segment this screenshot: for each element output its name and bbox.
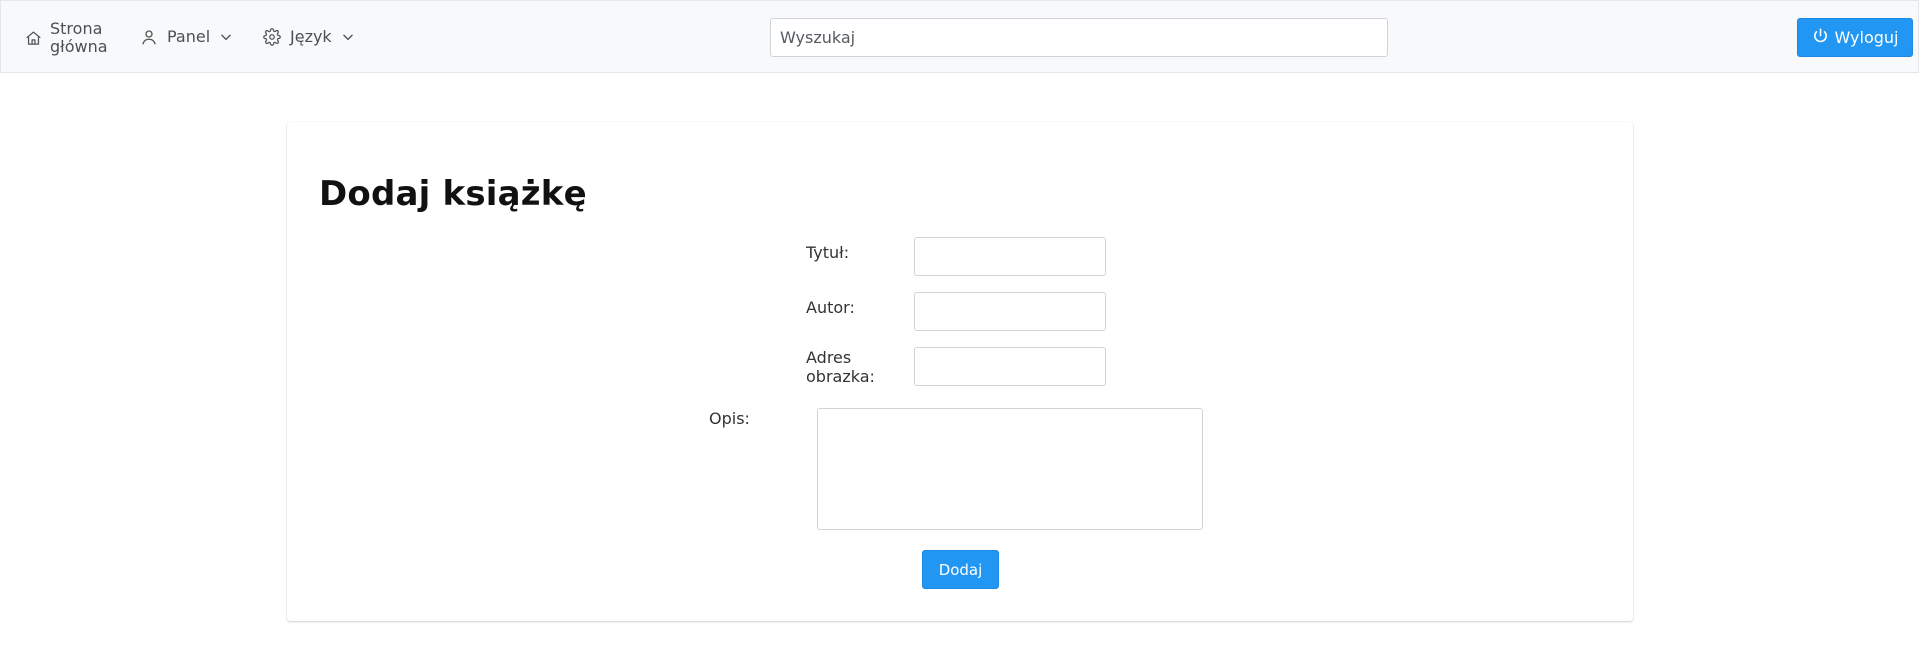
image-url-input[interactable]: [914, 347, 1106, 386]
author-label: Autor:: [806, 298, 855, 317]
nav-language-label: Język: [290, 27, 332, 46]
nav-language-dropdown[interactable]: Język: [263, 27, 355, 46]
page-title: Dodaj książkę: [319, 174, 587, 214]
home-icon: [25, 30, 42, 47]
chevron-down-icon: [219, 30, 233, 44]
logout-label: Wyloguj: [1834, 28, 1899, 47]
power-icon: [1812, 27, 1829, 48]
chevron-down-icon: [341, 30, 355, 44]
nav-panel-label: Panel: [167, 27, 211, 46]
nav-panel-dropdown[interactable]: Panel: [140, 27, 233, 46]
add-book-card: Dodaj książkę Tytuł: Autor: Adres obrazk…: [287, 122, 1633, 621]
gear-icon: [263, 27, 281, 46]
nav-home-link[interactable]: Strona główna: [25, 20, 110, 56]
nav-home-label: Strona główna: [50, 19, 108, 56]
author-input[interactable]: [914, 292, 1106, 331]
description-textarea[interactable]: [817, 408, 1203, 530]
top-navbar: Strona główna Panel Język Wyszukaj Wylog…: [0, 0, 1919, 73]
add-button[interactable]: Dodaj: [922, 550, 999, 589]
title-input[interactable]: [914, 237, 1106, 276]
image-url-label: Adres obrazka:: [806, 348, 875, 386]
title-label: Tytuł:: [806, 243, 850, 262]
search-input[interactable]: [770, 18, 1388, 57]
logout-button[interactable]: Wyloguj: [1797, 18, 1913, 57]
user-icon: [140, 28, 158, 46]
description-label: Opis:: [709, 409, 750, 428]
